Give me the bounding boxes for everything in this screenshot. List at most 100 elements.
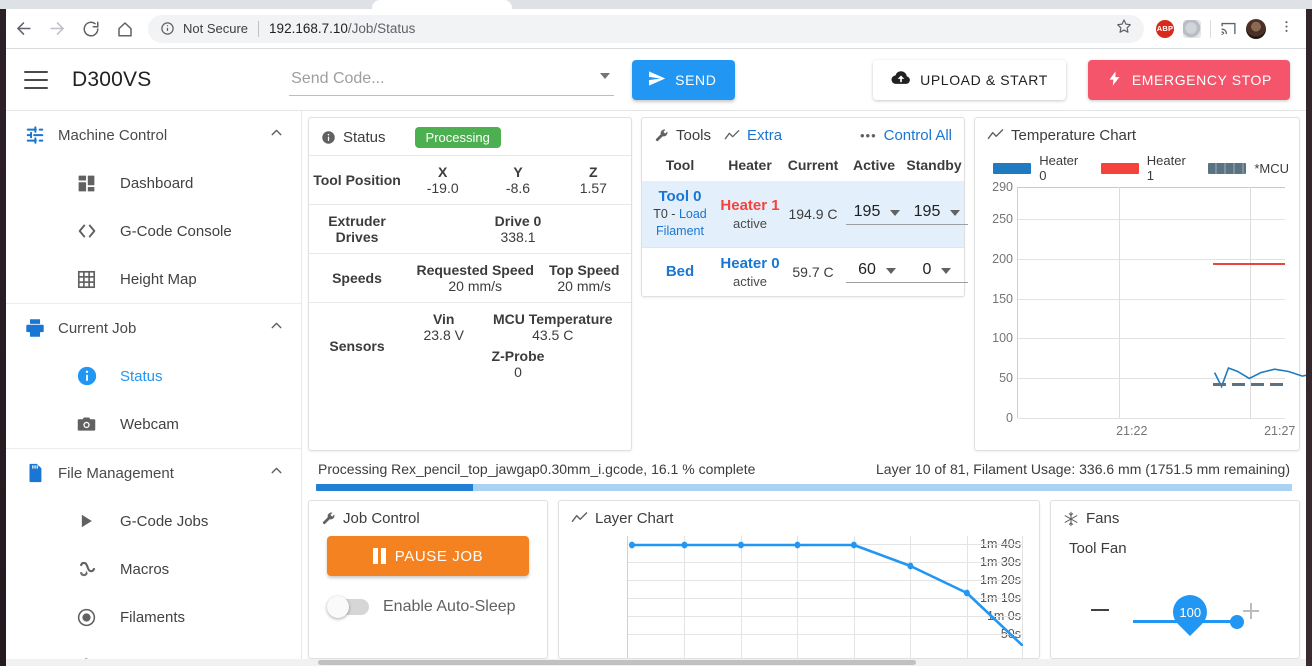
code-brackets-icon — [76, 220, 120, 242]
extra-link[interactable]: Extra — [747, 127, 782, 144]
legend-swatch-mcu[interactable] — [1208, 162, 1247, 174]
extension-icon[interactable] — [1183, 19, 1201, 38]
temperature-plot: 290 250 200 150 100 50 0 21:22 21:27 — [983, 180, 1285, 440]
tools-table: Tool Heater Current Active Standby Tool … — [642, 151, 968, 296]
chevron-down-icon[interactable] — [941, 267, 952, 274]
plus-icon[interactable] — [1243, 603, 1259, 619]
chevron-down-icon[interactable] — [885, 267, 896, 274]
avatar-icon[interactable] — [1246, 18, 1266, 39]
chevron-down-icon[interactable] — [600, 72, 611, 79]
table-row[interactable]: Bed Heater 0 active 59.7 C 60 0 — [642, 247, 968, 296]
active-temp-field[interactable]: 60 — [846, 261, 908, 283]
send-code-input[interactable] — [289, 63, 615, 96]
chevron-up-icon[interactable] — [268, 124, 285, 146]
job-progress: Processing Rex_pencil_top_jawgap0.30mm_i… — [308, 451, 1300, 491]
cell-requested-speed: Requested Speed 20 mm/s — [416, 262, 534, 294]
hamburger-menu-icon[interactable] — [24, 70, 48, 89]
control-all-link[interactable]: Control All — [884, 127, 952, 144]
sidebar-item-gcode-console[interactable]: G-Code Console — [6, 207, 301, 255]
standby-temp-field[interactable]: 195 — [906, 203, 968, 225]
minus-icon[interactable] — [1091, 609, 1109, 611]
sidebar-item-height-map[interactable]: Height Map — [6, 255, 301, 303]
cell-drive0: Drive 0 338.1 — [405, 204, 631, 254]
fan-slider-track[interactable]: 100 — [1133, 587, 1244, 637]
sidebar-group-header-file-management[interactable]: File Management — [6, 449, 301, 497]
sidebar-item-macros[interactable]: Macros — [6, 545, 301, 593]
sidebar-item-filaments[interactable]: Filaments — [6, 593, 301, 641]
tool-cell[interactable]: Tool 0 T0 - Load Filament — [642, 181, 718, 248]
status-card: Status Processing Tool Position X -19.0 — [308, 117, 632, 451]
upload-start-button[interactable]: UPLOAD & START — [873, 59, 1066, 100]
tool-name-link[interactable]: Tool 0 — [658, 188, 701, 205]
sidebar-item-gcode-jobs[interactable]: G-Code Jobs — [6, 497, 301, 545]
fan-slider-knob[interactable] — [1230, 614, 1244, 629]
series-heater0-trace — [1210, 353, 1306, 408]
sidebar-group-header-current-job[interactable]: Current Job — [6, 304, 301, 352]
auto-sleep-toggle[interactable] — [327, 596, 369, 618]
kebab-menu-icon[interactable] — [1275, 19, 1298, 39]
dots-icon: ••• — [859, 128, 877, 143]
back-icon[interactable] — [6, 12, 40, 46]
sidebar-group-current-job: Current Job Status Webcam — [6, 304, 301, 449]
horizontal-scrollbar[interactable] — [6, 659, 1306, 666]
emergency-stop-label: EMERGENCY STOP — [1131, 71, 1272, 88]
sidebar-item-label: Dashboard — [120, 174, 194, 192]
standby-temp-value: 0 — [922, 260, 932, 278]
heater-name-link[interactable]: Heater 0 — [720, 255, 779, 272]
heater-state: active — [733, 273, 767, 289]
legend-label-heater1[interactable]: Heater 1 — [1147, 153, 1190, 183]
active-temp-cell[interactable]: 60 — [844, 247, 908, 296]
browser-tab-strip[interactable] — [0, 0, 1312, 9]
cast-icon[interactable] — [1220, 20, 1237, 37]
fan-label: Tool Fan — [1069, 540, 1127, 557]
browser-tab-active[interactable] — [372, 0, 512, 9]
auto-sleep-row[interactable]: Enable Auto-Sleep — [309, 576, 547, 618]
sidebar-item-label: G-Code Console — [120, 222, 232, 240]
sidebar-group-header-machine-control[interactable]: Machine Control — [6, 111, 301, 159]
y-tick: 50 — [999, 371, 1013, 386]
table-row[interactable]: Tool 0 T0 - Load Filament Heater 1 activ… — [642, 181, 968, 248]
chevron-up-icon[interactable] — [268, 462, 285, 484]
active-temp-field[interactable]: 195 — [846, 203, 908, 225]
home-icon[interactable] — [108, 12, 142, 46]
chevron-up-icon[interactable] — [268, 317, 285, 339]
star-icon[interactable] — [1106, 18, 1132, 39]
sidebar-item-webcam[interactable]: Webcam — [6, 400, 301, 448]
active-temp-cell[interactable]: 195 — [844, 181, 908, 248]
table-row: Sensors Vin 23.8 V MCU Temperature 43.5 … — [309, 302, 631, 388]
pause-job-button[interactable]: PAUSE JOB — [327, 536, 529, 576]
app-header: D300VS SEND UPLOAD & START — [6, 49, 1306, 111]
temperature-plot-area — [1017, 187, 1285, 419]
column-header-standby: Standby — [906, 157, 962, 173]
heater-cell[interactable]: Heater 0 active — [718, 247, 782, 296]
tool-cell[interactable]: Bed — [642, 247, 718, 296]
legend-swatch-heater1[interactable] — [1100, 162, 1139, 174]
legend-label-mcu[interactable]: *MCU — [1254, 161, 1289, 176]
browser-tab-inactive[interactable] — [512, 0, 1312, 9]
send-code-field[interactable] — [289, 63, 615, 96]
adblock-plus-icon[interactable]: ABP — [1156, 19, 1174, 38]
reload-icon[interactable] — [74, 12, 108, 46]
fan-slider-control[interactable]: 100 — [1067, 557, 1283, 637]
cell-z-probe: Z-Probe 0 — [491, 348, 545, 380]
heater-cell[interactable]: Heater 1 active — [718, 181, 782, 248]
chevron-down-icon[interactable] — [890, 209, 901, 216]
scrollbar-thumb[interactable] — [318, 660, 916, 665]
send-button[interactable]: SEND — [632, 59, 736, 100]
chevron-down-icon[interactable] — [950, 209, 961, 216]
standby-temp-cell[interactable]: 195 — [904, 181, 968, 248]
sidebar-item-system[interactable]: System — [6, 641, 301, 659]
sidebar-item-dashboard[interactable]: Dashboard — [6, 159, 301, 207]
address-bar[interactable]: Not Secure 192.168.7.10/Job/Status — [148, 14, 1144, 43]
forward-icon[interactable] — [40, 12, 74, 46]
heater-name-link[interactable]: Heater 1 — [720, 197, 779, 214]
standby-temp-field[interactable]: 0 — [906, 261, 968, 283]
legend-label-heater0[interactable]: Heater 0 — [1039, 153, 1082, 183]
emergency-stop-button[interactable]: EMERGENCY STOP — [1087, 59, 1290, 100]
current-temp-cell: 59.7 C — [792, 263, 834, 280]
standby-temp-cell[interactable]: 0 — [904, 247, 968, 296]
bed-name-link[interactable]: Bed — [666, 263, 694, 280]
sidebar-item-label: Filaments — [120, 608, 186, 626]
legend-swatch-heater0[interactable] — [993, 162, 1032, 174]
sidebar-item-status[interactable]: Status — [6, 352, 301, 400]
